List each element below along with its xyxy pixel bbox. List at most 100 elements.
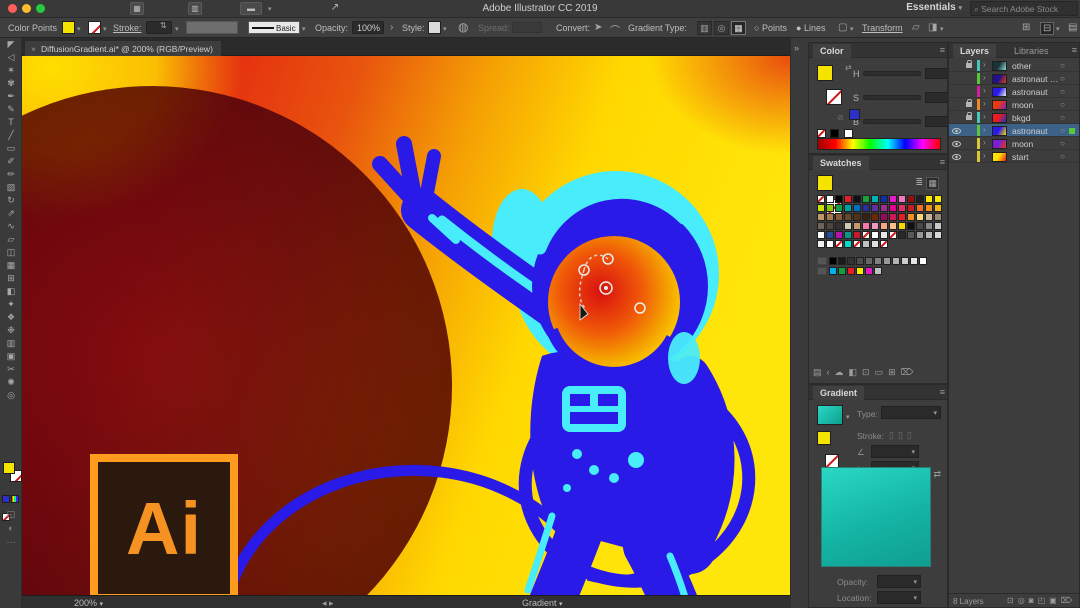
gradient-tool[interactable]: ◧ xyxy=(0,285,22,298)
gradient-freeform-button[interactable]: ▦ xyxy=(731,21,746,35)
gradient-radial-button[interactable]: ◎ xyxy=(714,21,729,35)
swatch[interactable] xyxy=(934,204,942,212)
visibility-eye-icon[interactable] xyxy=(952,141,961,147)
swatch[interactable] xyxy=(829,267,837,275)
tab-layers[interactable]: Layers xyxy=(953,44,996,58)
drawing-mode-icon[interactable]: ◱ xyxy=(0,508,22,521)
hsb-slider[interactable] xyxy=(863,95,921,100)
magic-wand-tool[interactable]: ✶ xyxy=(0,64,22,77)
swatch[interactable] xyxy=(907,222,915,230)
swatch[interactable] xyxy=(817,240,825,248)
new-swatch-icon[interactable]: ⊞ xyxy=(888,367,901,377)
expand-chevron-icon[interactable]: › xyxy=(983,60,986,69)
swatch[interactable] xyxy=(847,267,855,275)
swatch[interactable] xyxy=(889,222,897,230)
shaper-tool[interactable]: ✏ xyxy=(0,168,22,181)
layer-name[interactable]: moon xyxy=(1012,139,1033,149)
gradient-linear-button[interactable]: ▥ xyxy=(697,21,712,35)
workspace-switcher[interactable]: Essentials ▾ xyxy=(906,2,962,13)
swatch[interactable] xyxy=(853,231,861,239)
swatch[interactable] xyxy=(934,231,942,239)
swatch[interactable] xyxy=(880,204,888,212)
swatch[interactable] xyxy=(898,204,906,212)
lock-icon[interactable] xyxy=(966,102,972,107)
swatch[interactable] xyxy=(898,231,906,239)
color-spectrum-bar[interactable] xyxy=(817,138,941,150)
collapse-panels-icon[interactable]: » xyxy=(794,43,799,53)
swatch[interactable] xyxy=(817,204,825,212)
color-fill-proxy[interactable] xyxy=(817,65,833,81)
color-group-folder-icon[interactable] xyxy=(817,257,827,265)
swatch[interactable] xyxy=(862,213,870,221)
swatch[interactable] xyxy=(862,195,870,203)
swatch[interactable] xyxy=(826,204,834,212)
opacity-value-field[interactable]: 100% xyxy=(352,21,384,34)
tab-libraries[interactable]: Libraries xyxy=(1007,44,1056,58)
swatch[interactable] xyxy=(862,240,870,248)
curvature-tool[interactable]: ✎ xyxy=(0,103,22,116)
blend-tool[interactable]: ❖ xyxy=(0,311,22,324)
scale-tool[interactable]: ⇗ xyxy=(0,207,22,220)
slice-tool[interactable]: ✂ xyxy=(0,363,22,376)
symbol-sprayer-tool[interactable]: ❉ xyxy=(0,324,22,337)
column-graph-tool[interactable]: ▥ xyxy=(0,337,22,350)
direct-selection-tool[interactable]: ◁ xyxy=(0,51,22,64)
tab-color[interactable]: Color xyxy=(813,44,851,58)
white-swatch[interactable] xyxy=(844,129,853,138)
target-circle-icon[interactable]: ○ xyxy=(1060,100,1065,109)
swatch[interactable] xyxy=(889,204,897,212)
style-chip[interactable] xyxy=(428,21,441,34)
swatch[interactable] xyxy=(835,204,843,212)
swatch[interactable] xyxy=(838,257,846,265)
new-layer-icon[interactable]: ▣ xyxy=(1049,596,1061,605)
screen-mode-icon[interactable]: ◐ xyxy=(0,522,22,535)
swatch[interactable] xyxy=(817,195,825,203)
dock-edge-icon[interactable]: ▤ xyxy=(1068,22,1077,33)
swatch[interactable] xyxy=(856,267,864,275)
swatch[interactable] xyxy=(826,213,834,221)
zoom-level-dropdown[interactable]: 200% ▾ xyxy=(74,598,132,608)
swatch[interactable] xyxy=(835,231,843,239)
swatch[interactable] xyxy=(817,222,825,230)
black-swatch[interactable] xyxy=(830,129,839,138)
swatch[interactable] xyxy=(874,257,882,265)
swatch[interactable] xyxy=(889,195,897,203)
target-circle-icon[interactable]: ○ xyxy=(1060,74,1065,83)
panel-menu-icon[interactable]: ≡ xyxy=(940,45,945,55)
color-group-folder-icon[interactable] xyxy=(817,267,827,275)
swatch[interactable] xyxy=(898,213,906,221)
zoom-tool[interactable]: ◎ xyxy=(0,389,22,402)
swatch[interactable] xyxy=(826,222,834,230)
swatch[interactable] xyxy=(907,195,915,203)
expand-chevron-icon[interactable]: › xyxy=(983,99,986,108)
lines-radio[interactable]: ● Lines xyxy=(796,23,825,33)
artboard-canvas[interactable]: Ai xyxy=(22,56,790,595)
swatch[interactable] xyxy=(844,195,852,203)
swatch[interactable] xyxy=(826,240,834,248)
align-grid-icon[interactable]: ⊞ xyxy=(1022,22,1030,33)
target-circle-icon[interactable]: ○ xyxy=(1060,139,1065,148)
gradient-thumbnail[interactable] xyxy=(817,405,843,425)
recolor-artwork-icon[interactable]: ◍ xyxy=(458,20,468,34)
swatch[interactable] xyxy=(889,231,897,239)
gradient-fill-proxy[interactable] xyxy=(817,431,831,445)
layer-row[interactable]: ›start○ xyxy=(949,150,1079,163)
document-tab[interactable]: ×DiffusionGradient.ai* @ 200% (RGB/Previ… xyxy=(24,40,222,56)
artboard-nav-arrows[interactable]: ◂ ▸ xyxy=(322,598,334,608)
swatch[interactable] xyxy=(880,231,888,239)
collect-for-export-icon[interactable]: ⊡ xyxy=(1007,596,1018,605)
layer-row[interactable]: ›astronaut○ xyxy=(949,85,1079,98)
tab-swatches[interactable]: Swatches xyxy=(813,156,869,170)
swatch[interactable] xyxy=(865,257,873,265)
swap-fill-stroke-icon[interactable]: ⇄ xyxy=(845,63,852,72)
swatch[interactable] xyxy=(862,222,870,230)
swatch[interactable] xyxy=(838,267,846,275)
gradient-thumb-chevron-icon[interactable]: ▾ xyxy=(846,413,850,421)
artboard-tool[interactable]: ▣ xyxy=(0,350,22,363)
panel-toggle-icon[interactable]: ⊟ xyxy=(1040,22,1054,35)
swatch[interactable] xyxy=(835,195,843,203)
mesh-tool[interactable]: ⊞ xyxy=(0,272,22,285)
width-tool[interactable]: ∿ xyxy=(0,220,22,233)
swatch[interactable] xyxy=(907,213,915,221)
color-stroke-proxy[interactable] xyxy=(826,89,842,105)
